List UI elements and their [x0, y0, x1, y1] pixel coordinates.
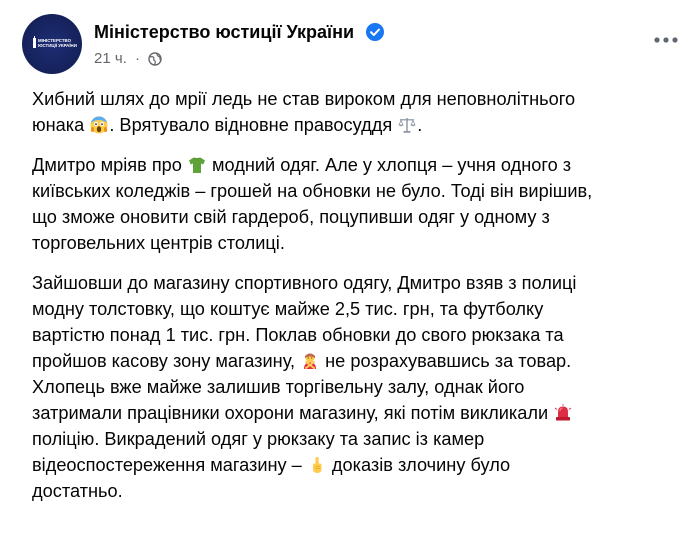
balance-scale-emoji — [398, 118, 416, 133]
text-line: київських коледжів – грошей на обновки н… — [32, 178, 672, 204]
text-line: торговельних центрів столиці. — [32, 230, 672, 256]
text-span: що зможе оновити свій гардероб, поцупивш… — [32, 207, 550, 227]
text-line: Зайшовши до магазину спортивного одягу, … — [32, 270, 672, 296]
text-span: . — [417, 115, 423, 135]
police-light-emoji — [554, 404, 572, 421]
text-line: модну толстовку, що коштує майже 2,5 тис… — [32, 296, 672, 322]
text-span: Хлопець вже майже залишив торгівельну за… — [32, 377, 525, 397]
text-line: затримали працівники охорони магазину, я… — [32, 400, 672, 426]
text-span: модну толстовку, що коштує майже 2,5 тис… — [32, 299, 544, 319]
author-line: Міністерство юстиції України — [94, 19, 384, 45]
paragraph-1: Хибний шлях до мрії ледь не став вироком… — [32, 86, 672, 138]
tshirt-emoji — [188, 157, 205, 173]
page-avatar[interactable]: МІНІСТЕРСТВО ЮСТИЦІЇ УКРАЇНИ — [22, 14, 82, 74]
screaming-face-emoji — [90, 116, 108, 134]
text-span: вартістю понад 1 тис. грн. Поклав обновк… — [32, 325, 564, 345]
text-span: доказів злочину було — [326, 455, 511, 475]
text-span: . Врятувало відновне правосуддя — [109, 115, 398, 135]
text-span: не розрахувавшись за товар. — [320, 351, 572, 371]
globe-icon[interactable] — [148, 52, 162, 66]
text-line: відеоспостереження магазину – доказів зл… — [32, 452, 672, 478]
text-line: Хлопець вже майже залишив торгівельну за… — [32, 374, 672, 400]
paragraph-3: Зайшовши до магазину спортивного одягу, … — [32, 270, 672, 504]
more-options-icon — [654, 37, 678, 43]
text-span: Дмитро мріяв про — [32, 155, 187, 175]
text-line: поліцію. Викрадений одяг у рюкзаку та за… — [32, 426, 672, 452]
text-span: Зайшовши до магазину спортивного одягу, … — [32, 273, 577, 293]
text-span: поліцію. Викрадений одяг у рюкзаку та за… — [32, 429, 485, 449]
text-span: затримали працівники охорони магазину, я… — [32, 403, 554, 423]
ministry-logo-icon: МІНІСТЕРСТВО ЮСТИЦІЇ УКРАЇНИ — [33, 36, 77, 48]
post-header: МІНІСТЕРСТВО ЮСТИЦІЇ УКРАЇНИ Міністерств… — [22, 14, 692, 74]
post-body: Хибний шлях до мрії ледь не став вироком… — [32, 86, 672, 518]
text-line: вартістю понад 1 тис. грн. Поклав обновк… — [32, 322, 672, 348]
text-line: Дмитро мріяв про модний одяг. Але у хлоп… — [32, 152, 672, 178]
text-span: пройшов касову зону магазину, — [32, 351, 301, 371]
more-options-button[interactable] — [648, 22, 684, 58]
text-span: Хибний шлях до мрії ледь не став вироком… — [32, 89, 576, 109]
text-span: достатньо. — [32, 481, 123, 501]
text-line: пройшов касову зону магазину, не розраху… — [32, 348, 672, 374]
post-timestamp[interactable]: 21 ч. — [94, 49, 127, 69]
text-line: достатньо. — [32, 478, 672, 504]
text-span: модний одяг. Але у хлопця – учня одного … — [206, 155, 572, 175]
author-name[interactable]: Міністерство юстиції України — [94, 19, 354, 45]
paragraph-2: Дмитро мріяв про модний одяг. Але у хлоп… — [32, 152, 672, 256]
text-span: київських коледжів – грошей на обновки н… — [32, 181, 593, 201]
facebook-post: МІНІСТЕРСТВО ЮСТИЦІЇ УКРАЇНИ Міністерств… — [0, 0, 700, 533]
text-span: юнака — [32, 115, 90, 135]
post-meta: 21 ч. · — [94, 49, 162, 69]
text-span: відеоспостереження магазину – — [32, 455, 307, 475]
person-gesturing-no-emoji — [304, 353, 317, 369]
text-line: юнака . Врятувало відновне правосуддя . — [32, 112, 672, 138]
verified-badge-icon — [365, 23, 384, 41]
text-line: Хибний шлях до мрії ледь не став вироком… — [32, 86, 672, 112]
pointing-finger-emoji — [312, 457, 322, 473]
text-line: що зможе оновити свій гардероб, поцупивш… — [32, 204, 672, 230]
text-span: торговельних центрів столиці. — [32, 233, 285, 253]
meta-separator: · — [135, 50, 141, 67]
svg-text:ЮСТИЦІЇ УКРАЇНИ: ЮСТИЦІЇ УКРАЇНИ — [38, 43, 77, 48]
